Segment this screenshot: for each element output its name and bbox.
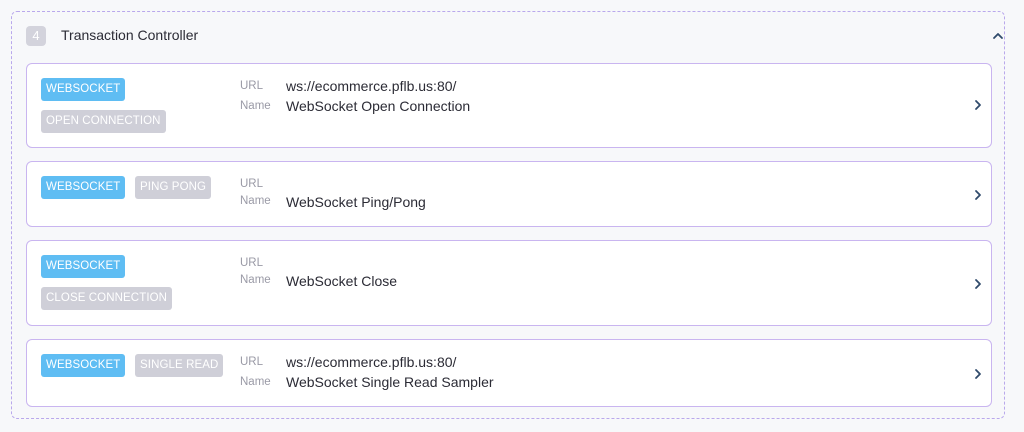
chevron-up-icon[interactable] — [990, 28, 1006, 44]
protocol-tag: WEBSOCKET — [41, 255, 126, 278]
url-label: URL — [240, 178, 264, 190]
name-label: Name — [240, 376, 271, 388]
name-value: WebSocket Single Read Sampler — [286, 374, 494, 390]
action-tag: CLOSE CONNECTION — [41, 287, 173, 310]
chevron-right-icon[interactable] — [972, 278, 984, 290]
protocol-tag: WEBSOCKET — [41, 78, 126, 101]
url-label: URL — [240, 80, 264, 92]
chevron-right-icon[interactable] — [972, 368, 984, 380]
name-value: WebSocket Close — [286, 273, 398, 289]
sampler-card-close-connection[interactable]: WEBSOCKET CLOSE CONNECTION URL Name WebS… — [26, 240, 992, 326]
protocol-tag: WEBSOCKET — [41, 354, 126, 377]
name-value: WebSocket Ping/Pong — [286, 194, 426, 210]
sampler-card-single-read[interactable]: WEBSOCKET SINGLE READ URL ws://ecommerce… — [26, 339, 992, 407]
action-tag: OPEN CONNECTION — [41, 110, 166, 133]
action-tag: PING PONG — [135, 176, 212, 199]
name-label: Name — [240, 195, 271, 207]
url-label: URL — [240, 356, 264, 368]
url-label: URL — [240, 257, 264, 269]
chevron-right-icon[interactable] — [972, 99, 984, 111]
controller-number-badge: 4 — [26, 26, 46, 46]
controller-title: Transaction Controller — [61, 27, 199, 43]
action-tag: SINGLE READ — [135, 354, 224, 377]
sampler-card-ping-pong[interactable]: WEBSOCKET PING PONG URL Name WebSocket P… — [26, 161, 992, 227]
name-label: Name — [240, 100, 271, 112]
chevron-right-icon[interactable] — [972, 189, 984, 201]
protocol-tag: WEBSOCKET — [41, 176, 126, 199]
name-label: Name — [240, 274, 271, 286]
url-value: ws://ecommerce.pflb.us:80/ — [286, 354, 457, 370]
transaction-controller-panel: 4 Transaction Controller WEBSOCKET OPEN … — [11, 11, 1005, 419]
name-value: WebSocket Open Connection — [286, 98, 471, 114]
url-value: ws://ecommerce.pflb.us:80/ — [286, 78, 457, 94]
controller-header[interactable]: 4 Transaction Controller — [26, 26, 1003, 48]
sampler-card-open-connection[interactable]: WEBSOCKET OPEN CONNECTION URL ws://ecomm… — [26, 63, 992, 148]
